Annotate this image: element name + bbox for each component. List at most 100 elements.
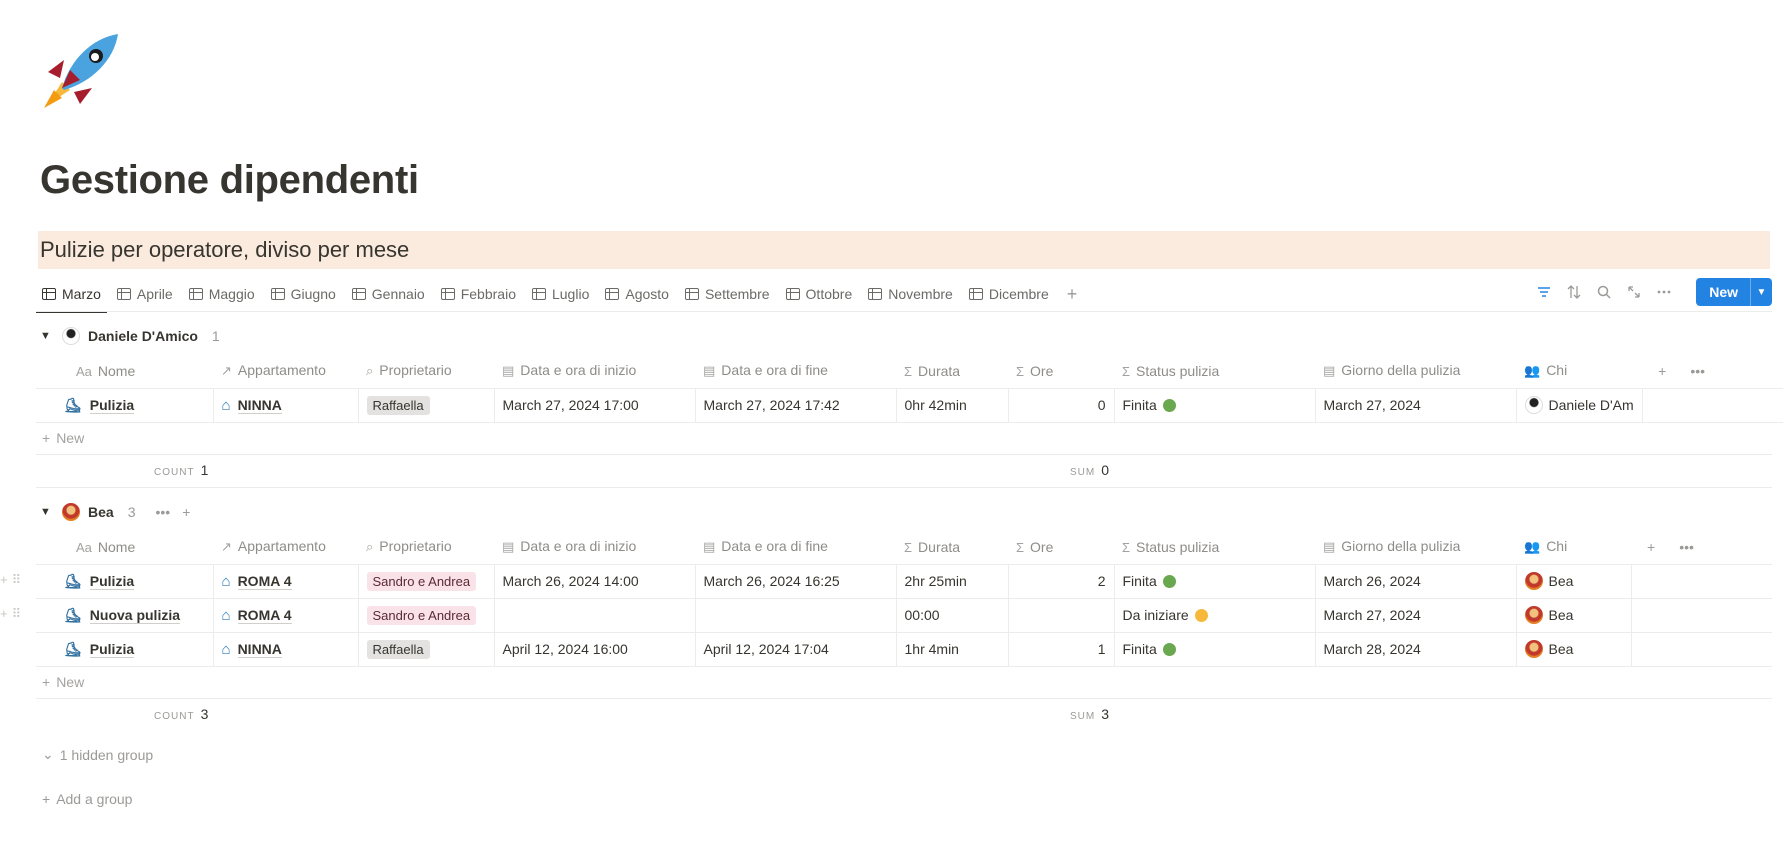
expand-icon[interactable] (1624, 282, 1644, 302)
name-cell[interactable]: ⛸ Pulizia (64, 397, 205, 414)
count-aggregate[interactable]: COUNT 1 (154, 462, 208, 478)
new-row-button[interactable]: + New (42, 674, 84, 690)
column-header-ore[interactable]: Σ Ore (1008, 354, 1114, 389)
column-header-appartamento[interactable]: ↗ Appartamento (213, 530, 358, 565)
hours-cell[interactable]: 1 (1008, 632, 1115, 667)
collapse-caret-icon[interactable]: ▼ (40, 330, 54, 342)
more-icon[interactable]: ••• (1690, 363, 1705, 379)
more-icon[interactable]: ••• (1679, 539, 1694, 555)
tab-ottobre[interactable]: Ottobre (780, 276, 859, 312)
hidden-group-toggle[interactable]: ⌄ 1 hidden group (42, 746, 153, 763)
chevron-down-icon[interactable]: ▼ (1750, 278, 1772, 306)
day-cell[interactable]: March 28, 2024 (1315, 632, 1517, 667)
hours-cell[interactable]: 0 (1008, 388, 1115, 423)
status-cell[interactable]: Finita (1114, 564, 1316, 599)
add-group-button[interactable]: + Add a group (42, 791, 132, 807)
column-header-chi[interactable]: 👥 Chi (1516, 530, 1631, 565)
column-header-chi[interactable]: 👥 Chi (1516, 354, 1643, 389)
end-cell[interactable]: April 12, 2024 17:04 (695, 632, 897, 667)
table-row[interactable]: ⛸ Nuova pulizia ⌂ ROMA 4 Sandro e Andrea 0… (36, 598, 1772, 633)
apartment-cell[interactable]: ⌂ NINNA (222, 641, 350, 658)
column-header-status[interactable]: Σ Status pulizia (1114, 354, 1315, 389)
status-cell[interactable]: Finita (1114, 388, 1316, 423)
tab-agosto[interactable]: Agosto (599, 276, 675, 312)
table-row[interactable]: ⛸ Pulizia ⌂ NINNA Raffaella April 12, 2024… (36, 632, 1772, 667)
start-cell[interactable]: March 26, 2024 14:00 (494, 564, 696, 599)
count-aggregate[interactable]: COUNT 3 (154, 706, 208, 722)
column-header-inizio[interactable]: ▤ Data e ora di inizio (494, 354, 695, 389)
column-header-durata[interactable]: Σ Durata (896, 530, 1008, 565)
new-row-button[interactable]: + New (42, 430, 84, 446)
person-cell[interactable]: Bea (1516, 598, 1632, 633)
filter-icon[interactable] (1534, 282, 1554, 302)
add-row-button[interactable]: + (182, 504, 190, 520)
tab-gennaio[interactable]: Gennaio (346, 276, 431, 312)
more-icon[interactable]: ••• (155, 504, 170, 520)
name-cell[interactable]: ⛸ Pulizia (64, 641, 205, 658)
table-row[interactable]: ⛸ Pulizia ⌂ NINNA Raffaella March 27, 2024… (36, 388, 1784, 423)
column-header-inizio[interactable]: ▤ Data e ora di inizio (494, 530, 695, 565)
column-header-status[interactable]: Σ Status pulizia (1114, 530, 1315, 565)
start-cell[interactable]: March 27, 2024 17:00 (494, 388, 696, 423)
tab-novembre[interactable]: Novembre (862, 276, 959, 312)
column-header-proprietario[interactable]: ⌕ Proprietario (358, 354, 494, 389)
tab-giugno[interactable]: Giugno (265, 276, 342, 312)
end-cell[interactable]: March 26, 2024 16:25 (695, 564, 897, 599)
column-header-nome[interactable]: Aa Nome (36, 354, 213, 389)
start-cell[interactable] (494, 598, 696, 633)
day-cell[interactable]: March 26, 2024 (1315, 564, 1517, 599)
tab-febbraio[interactable]: Febbraio (435, 276, 522, 312)
status-cell[interactable]: Finita (1114, 632, 1316, 667)
column-header-proprietario[interactable]: ⌕ Proprietario (358, 530, 494, 565)
group-header-bea[interactable]: ▼ Bea 3 ••• + (40, 500, 190, 524)
duration-cell[interactable]: 1hr 4min (896, 632, 1009, 667)
person-cell[interactable]: Bea (1516, 632, 1632, 667)
sort-icon[interactable] (1564, 282, 1584, 302)
duration-cell[interactable]: 2hr 25min (896, 564, 1009, 599)
column-header-nome[interactable]: Aa Nome (36, 530, 213, 565)
person-cell[interactable]: Bea (1516, 564, 1632, 599)
tab-marzo[interactable]: Marzo (36, 276, 107, 313)
column-header-giorno[interactable]: ▤ Giorno della pulizia (1315, 354, 1516, 389)
tab-dicembre[interactable]: Dicembre (963, 276, 1055, 312)
start-cell[interactable]: April 12, 2024 16:00 (494, 632, 696, 667)
group-header-daniele[interactable]: ▼ Daniele D'Amico 1 (40, 324, 220, 348)
hours-cell[interactable]: 2 (1008, 564, 1115, 599)
tab-maggio[interactable]: Maggio (183, 276, 261, 312)
drag-handle-icon[interactable]: +⠿ (0, 572, 25, 588)
column-header-fine[interactable]: ▤ Data e ora di fine (695, 530, 896, 565)
add-view-button[interactable]: + (1059, 284, 1086, 305)
tab-aprile[interactable]: Aprile (111, 276, 179, 312)
column-header-durata[interactable]: Σ Durata (896, 354, 1008, 389)
sum-aggregate[interactable]: SUM 0 (1070, 462, 1109, 478)
duration-cell[interactable]: 00:00 (896, 598, 1009, 633)
tab-luglio[interactable]: Luglio (526, 276, 595, 312)
collapse-caret-icon[interactable]: ▼ (40, 506, 54, 518)
duration-cell[interactable]: 0hr 42min (896, 388, 1009, 423)
name-cell[interactable]: ⛸ Pulizia (64, 573, 205, 590)
sum-aggregate[interactable]: SUM 3 (1070, 706, 1109, 722)
column-header-fine[interactable]: ▤ Data e ora di fine (695, 354, 896, 389)
column-header-appartamento[interactable]: ↗ Appartamento (213, 354, 358, 389)
status-cell[interactable]: Da iniziare (1114, 598, 1316, 633)
name-cell[interactable]: ⛸ Nuova pulizia (64, 607, 205, 624)
apartment-cell[interactable]: ⌂ ROMA 4 (222, 573, 350, 590)
apartment-cell[interactable]: ⌂ NINNA (222, 397, 350, 414)
apartment-cell[interactable]: ⌂ ROMA 4 (222, 607, 350, 624)
day-cell[interactable]: March 27, 2024 (1315, 598, 1517, 633)
drag-handle-icon[interactable]: +⠿ (0, 606, 25, 622)
add-column-button[interactable]: + (1658, 363, 1666, 379)
hours-cell[interactable] (1008, 598, 1115, 633)
new-button[interactable]: New ▼ (1696, 278, 1772, 306)
day-cell[interactable]: March 27, 2024 (1315, 388, 1517, 423)
person-cell[interactable]: Daniele D'Am (1516, 388, 1643, 423)
tab-settembre[interactable]: Settembre (679, 276, 776, 312)
add-column-button[interactable]: + (1647, 539, 1655, 555)
column-header-giorno[interactable]: ▤ Giorno della pulizia (1315, 530, 1516, 565)
more-icon[interactable] (1654, 282, 1674, 302)
end-cell[interactable] (695, 598, 897, 633)
table-row[interactable]: ⛸ Pulizia ⌂ ROMA 4 Sandro e Andrea March 2… (36, 564, 1772, 599)
column-header-ore[interactable]: Σ Ore (1008, 530, 1114, 565)
end-cell[interactable]: March 27, 2024 17:42 (695, 388, 897, 423)
search-icon[interactable] (1594, 282, 1614, 302)
